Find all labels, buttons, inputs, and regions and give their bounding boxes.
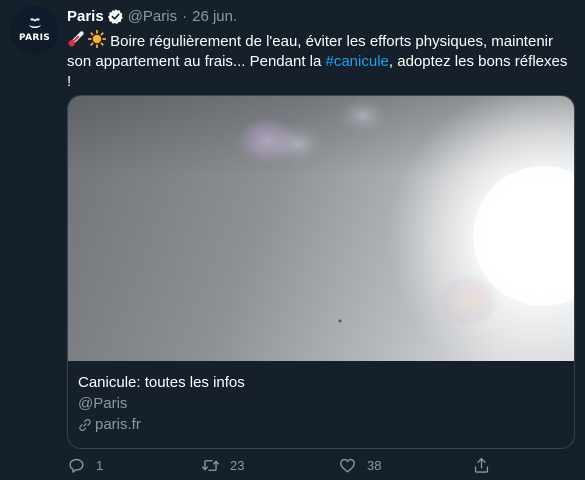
card-domain: paris.fr [95,416,141,433]
card-handle[interactable]: @Paris [78,394,564,414]
tweet-header: Paris @Paris · 26 jun. [67,6,575,26]
hashtag-link[interactable]: #canicule [326,53,389,70]
sun-glare-image [68,96,574,361]
card-domain-row[interactable]: paris.fr [78,415,564,435]
retweet-icon [201,459,220,471]
card-title[interactable]: Canicule: toutes les infos [78,373,564,393]
link-icon [79,419,91,431]
paris-boat-logo-icon [28,17,41,28]
like-button[interactable]: 38 [338,456,381,475]
tweet-date[interactable]: 26 jun. [192,8,237,25]
like-count: 38 [367,457,382,473]
tweet-actions: 1 23 38 [67,455,497,475]
tweet[interactable]: PARIS Paris @Paris · 26 jun. Boire régul… [0,0,585,480]
heart-icon [340,458,355,473]
author-name[interactable]: Paris [67,8,104,25]
card-image[interactable] [68,96,574,361]
avatar[interactable]: PARIS [10,6,59,55]
share-button[interactable] [472,456,491,475]
share-icon [474,457,489,473]
reply-button[interactable]: 1 [67,456,103,475]
thermometer-emoji [68,31,84,47]
reply-count: 1 [96,457,104,473]
card-meta: Canicule: toutes les infos @Paris paris.… [68,361,574,435]
sun-emoji [88,30,106,48]
tweet-body: Paris @Paris · 26 jun. Boire régulièreme… [67,6,575,449]
reply-icon [69,458,84,473]
avatar-text: PARIS [19,32,50,43]
retweet-button[interactable]: 23 [201,456,244,475]
verified-badge-icon [107,8,123,24]
retweet-count: 23 [230,457,245,473]
link-card[interactable]: Canicule: toutes les infos @Paris paris.… [67,95,575,449]
author-handle[interactable]: @Paris [128,8,177,25]
tweet-text: Boire régulièrement de l'eau, éviter les… [67,30,575,92]
header-separator: · [182,7,188,25]
